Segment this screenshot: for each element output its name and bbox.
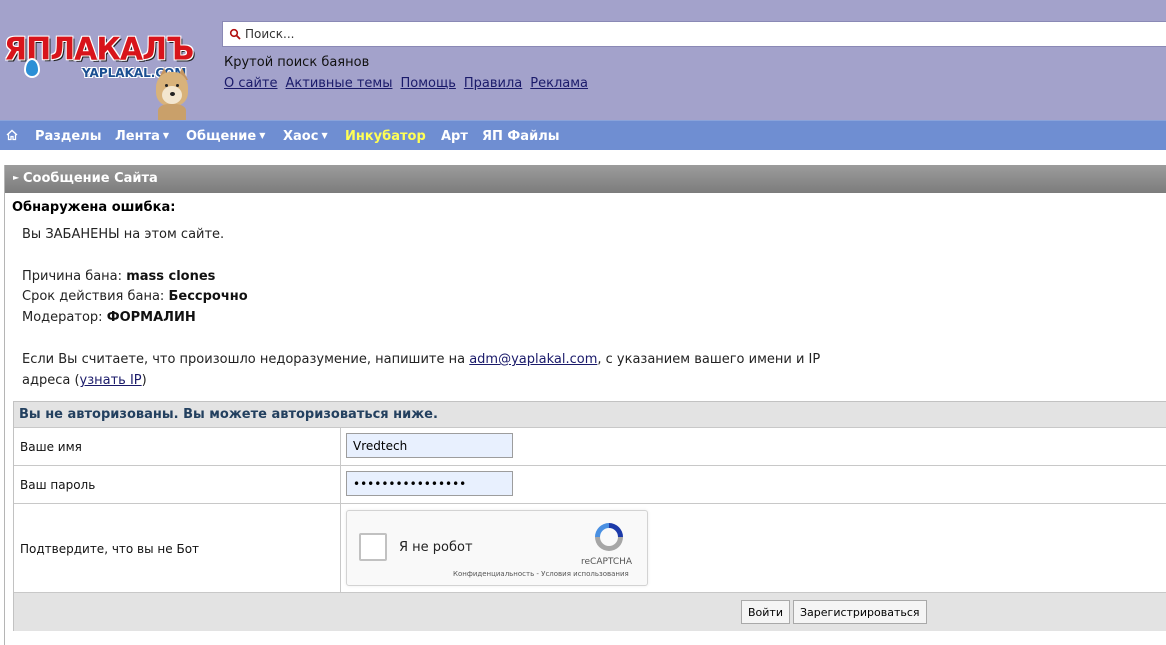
ban-term-label: Срок действия бана: (22, 289, 165, 304)
recaptcha-widget: Я не робот reCAPTCHA Конфиденциальность … (346, 510, 648, 586)
find-ip-link[interactable]: узнать IP (80, 373, 142, 388)
chevron-down-icon: ▼ (162, 131, 170, 140)
banned-text: Вы ЗАБАНЕНЫ на этом сайте. (22, 227, 225, 242)
search-input[interactable] (245, 24, 1145, 44)
main-nav: Разделы Лента ▼ Общение ▼ Хаос ▼ Инкубатор … (0, 120, 1166, 150)
login-heading-bar: Вы не авторизованы. Вы можете авторизова… (14, 402, 1166, 428)
login-heading: Вы не авторизованы. Вы можете авторизова… (19, 407, 438, 422)
password-label: Ваш пароль (20, 478, 96, 492)
contact-text: Если Вы считаете, что произошло недоразу… (22, 352, 466, 367)
chevron-down-icon: ▼ (321, 131, 328, 140)
error-heading: Обнаружена ошибка: (12, 200, 176, 215)
password-row: Ваш пароль (14, 466, 1166, 504)
moderator-value: ФОРМАЛИН (106, 310, 196, 325)
contact-email-link[interactable]: adm@yaplakal.com (469, 352, 597, 367)
moderator-label: Модератор: (22, 310, 103, 325)
register-button[interactable]: Зарегистрироваться (793, 600, 927, 624)
login-button[interactable]: Войти (741, 600, 790, 624)
ban-reason-value: mass clones (126, 269, 216, 284)
drop-icon (24, 58, 40, 78)
nav-item-incubator[interactable]: Инкубатор (345, 129, 426, 144)
contact-line-1: Если Вы считаете, что произошло недоразу… (22, 352, 820, 367)
nav-item-sections[interactable]: Разделы (35, 129, 101, 144)
captcha-label: Подтвердите, что вы не Бот (20, 542, 200, 556)
recaptcha-brand: reCAPTCHA (581, 557, 633, 567)
nav-item-files[interactable]: ЯП Файлы (482, 129, 559, 144)
contact-text-post: , с указанием вашего имени и IP (597, 352, 821, 367)
recaptcha-logo-icon (595, 523, 623, 551)
ban-reason-label: Причина бана: (22, 269, 123, 284)
nav-item-social[interactable]: Общение ▼ (186, 129, 265, 144)
chevron-down-icon: ▼ (259, 131, 266, 140)
recaptcha-links[interactable]: Конфиденциальность - Условия использован… (453, 570, 629, 578)
username-field[interactable] (346, 433, 513, 458)
tagline: Крутой поиск баянов (224, 55, 370, 70)
nav-item-feed[interactable]: Лента ▼ (115, 129, 169, 144)
link-help[interactable]: Помощь (400, 76, 455, 91)
doge-mascot-icon (152, 68, 192, 120)
ban-reason: Причина бана: mass clones (22, 269, 215, 284)
contact-line2-pre: адреса ( (22, 373, 80, 388)
contact-line-2: адреса (узнать IP) (22, 373, 147, 388)
recaptcha-checkbox[interactable] (359, 533, 387, 561)
link-about[interactable]: О сайте (224, 76, 278, 91)
search-icon (229, 28, 241, 40)
form-actions: Войти Зарегистрироваться (14, 593, 1166, 631)
name-row: Ваше имя (14, 428, 1166, 466)
box-title-bar: ► Сообщение Сайта (5, 165, 1166, 193)
box-title: Сообщение Сайта (23, 171, 158, 186)
top-links: О сайте Активные темы Помощь Правила Реклама (224, 76, 596, 91)
link-active-topics[interactable]: Активные темы (286, 76, 393, 91)
link-ads[interactable]: Реклама (530, 76, 588, 91)
login-form: Вы не авторизованы. Вы можете авторизова… (13, 401, 1166, 631)
password-field[interactable] (346, 471, 513, 496)
nav-item-chaos[interactable]: Хаос ▼ (283, 129, 328, 144)
site-header: ЯПЛАКАЛЪ YAPLAKAL.COM Крутой поиск баяно… (0, 0, 1166, 120)
home-icon[interactable] (6, 129, 18, 141)
ban-moderator: Модератор: ФОРМАЛИН (22, 310, 196, 325)
recaptcha-text: Я не робот (399, 540, 473, 555)
name-label: Ваше имя (20, 440, 82, 454)
link-rules[interactable]: Правила (464, 76, 522, 91)
arrow-right-icon: ► (13, 173, 20, 182)
site-logo[interactable]: ЯПЛАКАЛЪ YAPLAKAL.COM (4, 31, 214, 122)
captcha-row: Подтвердите, что вы не Бот Я не робот re… (14, 504, 1166, 593)
site-message-box: ► Сообщение Сайта Обнаружена ошибка: Вы … (4, 165, 1166, 645)
ban-term: Срок действия бана: Бессрочно (22, 289, 248, 304)
nav-item-art[interactable]: Арт (441, 129, 468, 144)
search-bar (222, 21, 1166, 47)
contact-line2-post: ) (141, 373, 147, 388)
ban-term-value: Бессрочно (168, 289, 248, 304)
